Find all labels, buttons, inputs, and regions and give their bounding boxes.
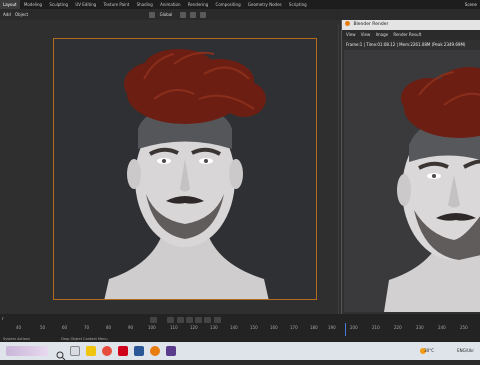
- tick-label: 80: [106, 325, 112, 330]
- word-icon[interactable]: [134, 346, 144, 356]
- timeline-label: r: [2, 316, 4, 321]
- workspace-tabs-bar: Layout Modeling Sculpting UV Editing Tex…: [0, 0, 480, 9]
- camera-view-frame: [53, 38, 317, 301]
- rw-menu-view[interactable]: View: [346, 32, 356, 37]
- tab-rendering[interactable]: Rendering: [185, 0, 211, 9]
- tick-label: 150: [250, 325, 258, 330]
- jump-start-button[interactable]: [167, 317, 175, 323]
- tick-label: 180: [310, 325, 318, 330]
- desktop-widget-icon[interactable]: [6, 346, 48, 356]
- search-icon[interactable]: [56, 346, 66, 361]
- opera-icon[interactable]: [118, 346, 128, 356]
- head-model-viewport: [104, 49, 269, 301]
- tick-label: 250: [460, 325, 468, 330]
- tick-label: 40: [16, 325, 22, 330]
- play-button[interactable]: [195, 317, 203, 323]
- rw-render-result-dropdown[interactable]: Render Result: [393, 32, 421, 37]
- tick-label: 210: [372, 325, 380, 330]
- tick-label: 230: [416, 325, 424, 330]
- language-indicator[interactable]: ENG/Ukr: [457, 342, 474, 360]
- render-stats: Frame:1 | Time:01:08.12 | Mem:2261.08M (…: [346, 42, 466, 47]
- orientation-dropdown[interactable]: Global: [160, 12, 173, 17]
- tick-label: 120: [190, 325, 198, 330]
- render-window-title: Blender Render: [353, 22, 389, 27]
- tick-label: 240: [438, 325, 446, 330]
- render-result-image[interactable]: [344, 50, 480, 312]
- status-left: System Actions: [3, 337, 30, 341]
- blender-logo-icon: [345, 21, 350, 26]
- blender-taskbar-icon[interactable]: [150, 346, 160, 356]
- rendered-head-image: [384, 67, 480, 312]
- tick-label: 140: [230, 325, 238, 330]
- tick-label: 50: [40, 325, 46, 330]
- os-taskbar: 30°C ENG/Ukr: [0, 342, 480, 361]
- render-window-titlebar[interactable]: Blender Render: [342, 20, 480, 30]
- tab-animation[interactable]: Animation: [157, 0, 183, 9]
- tab-geometry-nodes[interactable]: Geometry Nodes: [245, 0, 285, 9]
- prev-keyframe-button[interactable]: [176, 317, 184, 323]
- tab-sculpting[interactable]: Sculpting: [46, 0, 71, 9]
- add-menu[interactable]: Add: [3, 12, 11, 17]
- tab-shading[interactable]: Shading: [134, 0, 156, 9]
- rw-menu-view-2[interactable]: View: [361, 32, 371, 37]
- area-divider[interactable]: [338, 24, 339, 314]
- tick-label: 70: [84, 325, 90, 330]
- tick-label: 90: [128, 325, 134, 330]
- timeline[interactable]: r 40 50 60 70 80 90 100 110 120 130 140 …: [0, 314, 480, 336]
- status-middle: Drop Object Context Menu: [61, 337, 108, 341]
- render-window-menubar: View View Image Render Result: [342, 30, 480, 40]
- tick-label: 60: [62, 325, 68, 330]
- rw-menu-image[interactable]: Image: [376, 32, 389, 37]
- tick-label: 220: [394, 325, 402, 330]
- tick-label: 130: [210, 325, 218, 330]
- task-view-icon[interactable]: [70, 346, 80, 356]
- tick-label: 160: [270, 325, 278, 330]
- playhead[interactable]: [345, 323, 346, 336]
- app-icon[interactable]: [166, 346, 176, 356]
- tab-texture-paint[interactable]: Texture Paint: [101, 0, 133, 9]
- viewport-header: Add Object Global: [0, 9, 340, 20]
- tab-layout[interactable]: Layout: [0, 0, 20, 9]
- scene-selector[interactable]: Scene: [465, 0, 477, 9]
- record-button[interactable]: [150, 317, 157, 323]
- tick-label: 170: [290, 325, 298, 330]
- tab-uv-editing[interactable]: UV Editing: [72, 0, 99, 9]
- render-window: Blender Render View View Image Render Re…: [341, 20, 480, 314]
- chrome-icon[interactable]: [102, 346, 112, 356]
- transform-orientation-icon[interactable]: [149, 12, 156, 18]
- tab-scripting[interactable]: Scripting: [286, 0, 310, 9]
- proportional-edit-icon[interactable]: [200, 12, 207, 18]
- tick-label: 200: [350, 325, 358, 330]
- play-reverse-button[interactable]: [185, 317, 193, 323]
- jump-end-button[interactable]: [213, 317, 221, 323]
- tab-compositing[interactable]: Compositing: [213, 0, 244, 9]
- tab-modeling[interactable]: Modeling: [21, 0, 45, 9]
- tick-label: 100: [148, 325, 156, 330]
- weather-temp[interactable]: 30°C: [424, 342, 434, 360]
- pivot-icon[interactable]: [179, 12, 186, 18]
- timeline-ruler[interactable]: 40 50 60 70 80 90 100 110 120 130 140 15…: [0, 324, 480, 332]
- snap-icon[interactable]: [189, 12, 196, 18]
- playback-controls: [150, 316, 222, 323]
- object-menu[interactable]: Object: [15, 12, 28, 17]
- next-keyframe-button[interactable]: [204, 317, 212, 323]
- tick-label: 190: [328, 325, 336, 330]
- file-explorer-icon[interactable]: [86, 346, 96, 356]
- tick-label: 110: [170, 325, 178, 330]
